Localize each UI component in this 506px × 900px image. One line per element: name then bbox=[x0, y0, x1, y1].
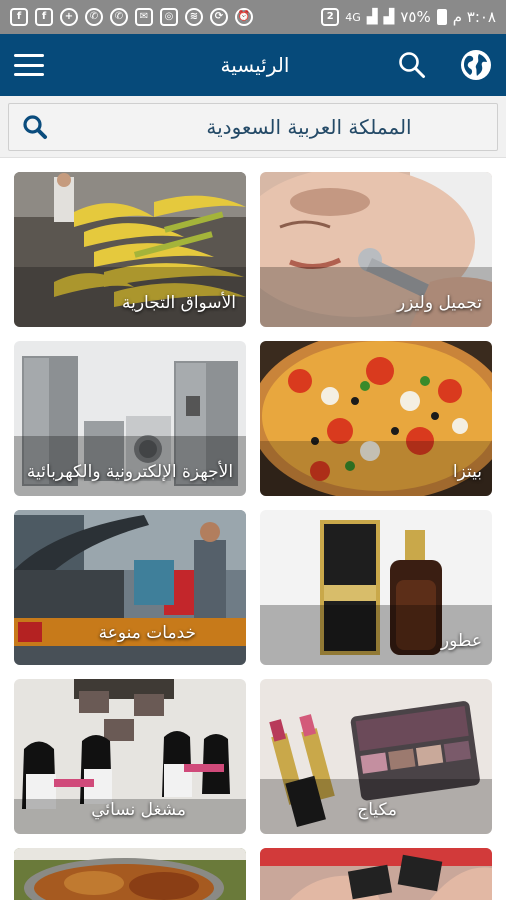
location-search-button[interactable] bbox=[9, 114, 61, 140]
category-card-womens-salon[interactable]: مشغل نسائي bbox=[14, 679, 246, 834]
location-bar: المملكة العربية السعودية bbox=[0, 96, 506, 158]
battery-icon bbox=[436, 9, 447, 25]
globe-icon[interactable] bbox=[460, 49, 492, 81]
category-card-markets[interactable]: الأسواق التجارية bbox=[14, 172, 246, 327]
category-label: مكياج bbox=[357, 800, 397, 821]
category-label: الأسواق التجارية bbox=[121, 293, 236, 314]
network-type: 4G bbox=[345, 10, 361, 24]
status-info: ٣:٠٨ م %٧٥ ▟ ▟ 4G 2 bbox=[321, 8, 496, 26]
selected-country: المملكة العربية السعودية bbox=[206, 115, 412, 139]
category-card-grill[interactable] bbox=[14, 848, 246, 900]
search-icon bbox=[23, 115, 47, 139]
signal-icon: ▟ bbox=[366, 9, 378, 25]
location-search-field[interactable]: المملكة العربية السعودية bbox=[8, 103, 498, 151]
whatsapp-icon: ✆ bbox=[85, 8, 103, 26]
status-bar: f f + ✆ ✆ ✉ ◎ ≋ ⟳ ⏰ ٣:٠٨ م %٧٥ ▟ ▟ 4G 2 bbox=[0, 0, 506, 34]
category-card-pizza[interactable]: بيتزا bbox=[260, 341, 492, 496]
grill-photo bbox=[14, 848, 246, 900]
mail-icon: ✉ bbox=[135, 8, 153, 26]
category-label: عطور bbox=[440, 631, 482, 652]
page-title: الرئيسية bbox=[220, 53, 290, 77]
category-card-makeup[interactable]: مكياج bbox=[260, 679, 492, 834]
category-card-services[interactable]: خدمات منوعة bbox=[14, 510, 246, 665]
category-label: بيتزا bbox=[452, 462, 482, 483]
category-card-phones[interactable] bbox=[260, 848, 492, 900]
app-notification-icon: f bbox=[35, 8, 53, 26]
whatsapp-icon: ✆ bbox=[110, 8, 128, 26]
battery-level: %٧٥ bbox=[400, 8, 431, 26]
category-label: تجميل وليزر bbox=[396, 293, 482, 314]
add-icon: + bbox=[60, 8, 78, 26]
category-card-perfumes[interactable]: عطور bbox=[260, 510, 492, 665]
signal-icon: ▟ bbox=[383, 9, 395, 25]
category-label: الأجهزة الإلكترونية والكهربائية bbox=[26, 462, 234, 483]
category-label: خدمات منوعة bbox=[98, 623, 196, 644]
menu-icon[interactable] bbox=[14, 54, 44, 76]
instagram-icon: ◎ bbox=[160, 8, 178, 26]
sync-icon: ⟳ bbox=[210, 8, 228, 26]
sim-indicator: 2 bbox=[321, 8, 340, 26]
category-card-beauty-laser[interactable]: تجميل وليزر bbox=[260, 172, 492, 327]
category-card-electronics[interactable]: الأجهزة الإلكترونية والكهربائية bbox=[14, 341, 246, 496]
search-icon[interactable] bbox=[398, 51, 426, 79]
clock: ٣:٠٨ م bbox=[452, 8, 496, 26]
category-label: مشغل نسائي bbox=[91, 800, 186, 821]
app-notification-icon: f bbox=[10, 8, 28, 26]
phones-photo bbox=[260, 848, 492, 900]
status-icons-left: f f + ✆ ✆ ✉ ◎ ≋ ⟳ ⏰ bbox=[10, 8, 253, 26]
wifi-icon: ≋ bbox=[185, 8, 203, 26]
app-bar: الرئيسية bbox=[0, 34, 506, 96]
alarm-icon: ⏰ bbox=[235, 8, 253, 26]
